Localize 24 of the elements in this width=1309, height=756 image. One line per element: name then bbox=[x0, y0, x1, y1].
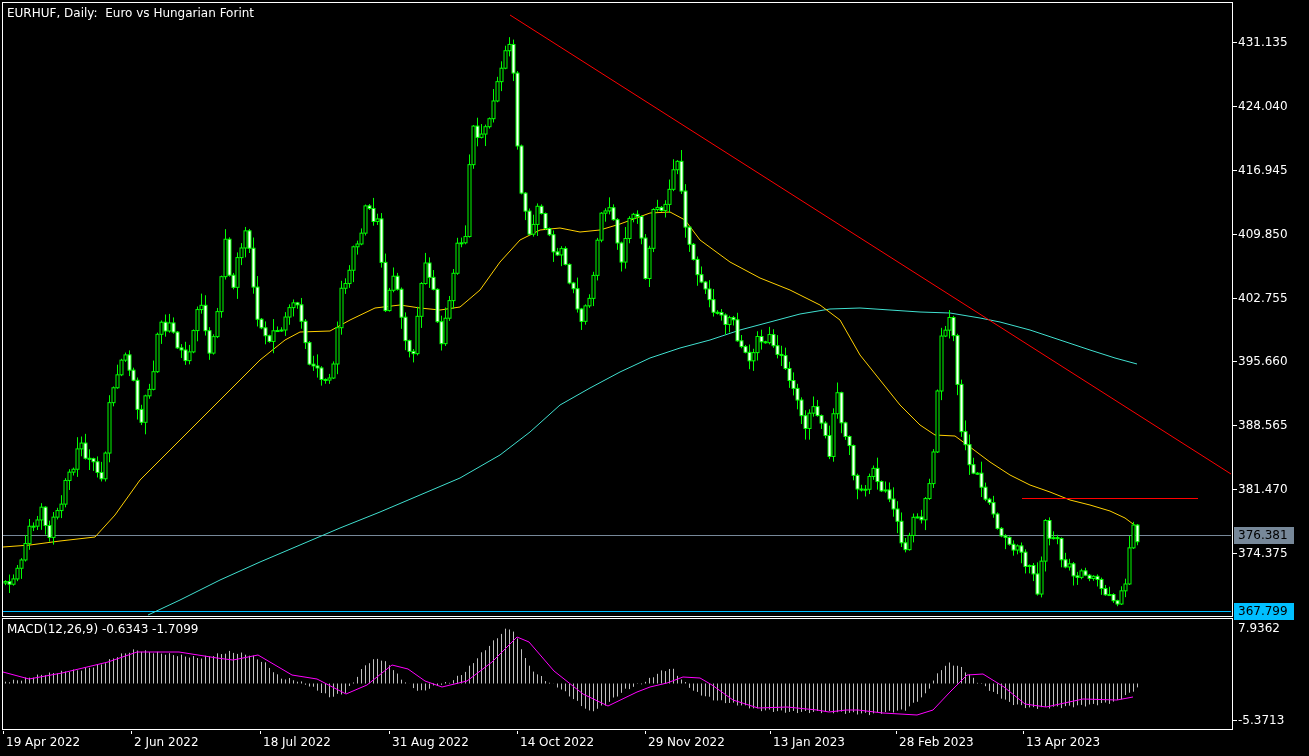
price-tag: 367.799 bbox=[1234, 602, 1294, 620]
date-axis-label: 19 Apr 2022 bbox=[3, 731, 81, 750]
date-axis-label: 2 Jun 2022 bbox=[131, 731, 199, 750]
macd-axis-label: 7.9362 bbox=[1237, 620, 1280, 636]
macd-label: MACD(12,26,9) -0.6343 -1.7099 bbox=[7, 622, 199, 637]
macd-axis-label: -5.3713 bbox=[1233, 712, 1285, 728]
price-axis-label: 395.660 bbox=[1233, 353, 1288, 370]
price-axis-label: 388.565 bbox=[1233, 417, 1288, 434]
price-axis-label: 416.945 bbox=[1233, 161, 1288, 178]
date-axis-label: 13 Apr 2023 bbox=[1023, 731, 1101, 750]
date-axis-label: 28 Feb 2023 bbox=[896, 731, 974, 750]
price-axis-label: 409.850 bbox=[1233, 225, 1288, 242]
price-axis-label: 424.040 bbox=[1233, 97, 1288, 114]
chart-title: EURHUF, Daily: Euro vs Hungarian Forint bbox=[7, 6, 255, 21]
price-tag: 376.381 bbox=[1234, 526, 1294, 544]
price-axis-label: 402.755 bbox=[1233, 289, 1288, 306]
price-axis-label: 381.470 bbox=[1233, 481, 1288, 498]
price-axis-label: 431.135 bbox=[1233, 34, 1288, 50]
date-axis-label: 18 Jul 2022 bbox=[260, 731, 331, 750]
date-axis-label: 13 Jan 2023 bbox=[770, 731, 845, 750]
date-axis-label: 31 Aug 2022 bbox=[389, 731, 469, 750]
date-axis-label: 14 Oct 2022 bbox=[517, 731, 595, 750]
date-axis-label: 29 Nov 2022 bbox=[645, 731, 725, 750]
price-axis-label: 374.375 bbox=[1233, 545, 1288, 561]
